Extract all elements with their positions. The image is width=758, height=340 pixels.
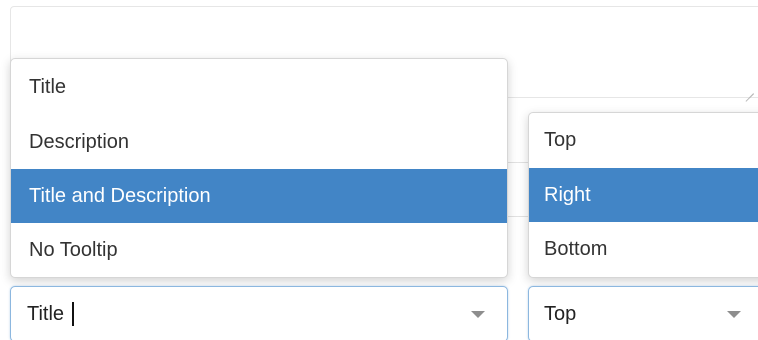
menu-item-title[interactable]: Title <box>11 59 507 115</box>
tooltip-position-menu: Top Right Bottom <box>528 112 758 278</box>
chevron-down-icon[interactable] <box>727 311 741 318</box>
menu-item-bottom[interactable]: Bottom <box>529 222 758 276</box>
tooltip-position-select[interactable]: Top <box>528 286 758 340</box>
tooltip-settings-panel: Title Description Title and Description … <box>0 0 758 340</box>
menu-item-title-and-description[interactable]: Title and Description <box>11 169 507 223</box>
tooltip-content-select[interactable]: Title <box>10 286 508 340</box>
divider <box>508 162 528 163</box>
tooltip-content-menu: Title Description Title and Description … <box>10 58 508 278</box>
text-cursor <box>72 302 75 326</box>
resize-grip-icon[interactable] <box>744 84 754 94</box>
menu-item-no-tooltip[interactable]: No Tooltip <box>11 223 507 277</box>
menu-item-description[interactable]: Description <box>11 115 507 169</box>
divider <box>508 216 528 217</box>
tooltip-position-value: Top <box>544 302 577 325</box>
tooltip-content-value: Title <box>27 302 65 325</box>
chevron-down-icon[interactable] <box>471 311 485 318</box>
menu-item-right[interactable]: Right <box>529 168 758 222</box>
menu-item-top[interactable]: Top <box>529 113 758 168</box>
